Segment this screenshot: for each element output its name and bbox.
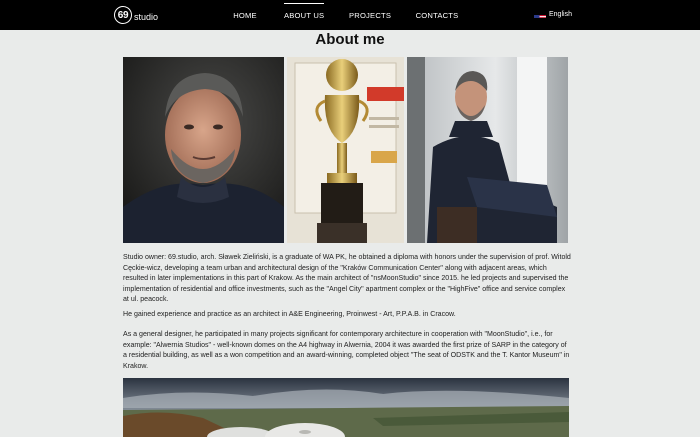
- language-selector[interactable]: English: [534, 10, 572, 18]
- nav-about-us[interactable]: ABOUT US: [284, 0, 324, 30]
- portrait-photo: [123, 57, 284, 243]
- alwernia-domes-photo: [123, 378, 569, 437]
- seated-portrait-photo: [407, 57, 568, 243]
- page-title: About me: [315, 31, 385, 48]
- nav-projects[interactable]: PROJECTS: [349, 0, 391, 30]
- us-flag-icon: [534, 10, 546, 18]
- nav-contacts[interactable]: CONTACTS: [415, 0, 459, 30]
- language-label: English: [549, 10, 572, 18]
- nav-home[interactable]: HOME: [228, 0, 262, 30]
- trophy-photo: [287, 57, 404, 243]
- bio-paragraph-2: He gained experience and practice as an …: [123, 311, 456, 318]
- bio-paragraph-1: Studio owner: 69.studio, arch. Sławek Zi…: [123, 254, 571, 304]
- main-nav: HOME ABOUT US PROJECTS CONTACTS: [0, 0, 700, 30]
- bio-paragraph-3: As a general designer, he participated i…: [123, 331, 570, 370]
